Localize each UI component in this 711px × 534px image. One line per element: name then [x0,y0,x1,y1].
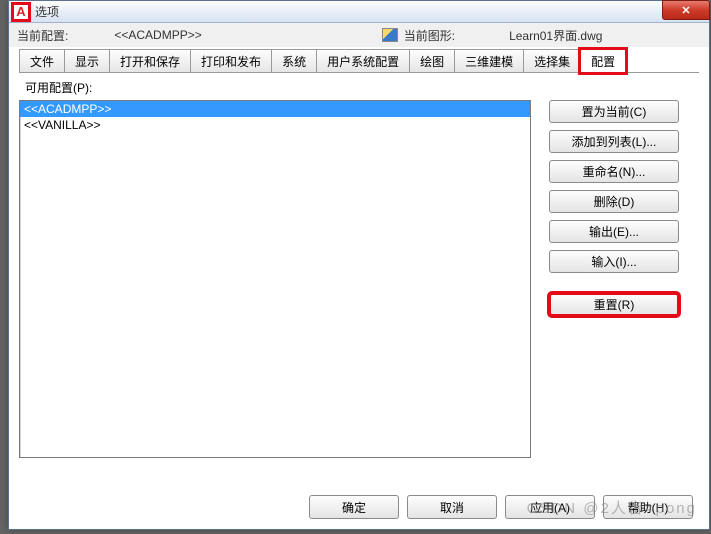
tab-file[interactable]: 文件 [19,49,65,72]
tab-user[interactable]: 用户系统配置 [316,49,410,72]
tab-body-profile: 可用配置(P): <<ACADMPP>> <<VANILLA>> 置为当前(C)… [19,79,699,489]
tab-open[interactable]: 打开和保存 [109,49,191,72]
info-row: 当前配置: <<ACADMPP>> 当前图形: Learn01界面.dwg [9,23,709,47]
current-profile-value: <<ACADMPP>> [114,28,201,42]
set-current-button[interactable]: 置为当前(C) [549,100,679,123]
reset-button[interactable]: 重置(R) [549,293,679,316]
list-item[interactable]: <<VANILLA>> [20,117,530,133]
help-button[interactable]: 帮助(H) [603,495,693,519]
delete-button[interactable]: 删除(D) [549,190,679,213]
close-icon: ✕ [681,4,690,17]
window-title: 选项 [35,3,59,20]
current-drawing-value: Learn01界面.dwg [509,27,602,44]
side-buttons: 置为当前(C) 添加到列表(L)... 重命名(N)... 删除(D) 输出(E… [549,100,679,458]
titlebar: A 选项 ✕ [9,1,709,23]
dialog-button-row: 确定 取消 应用(A) 帮助(H) [309,495,693,519]
app-icon: A [13,4,29,20]
tab-display[interactable]: 显示 [64,49,110,72]
list-item[interactable]: <<ACADMPP>> [20,101,530,117]
available-profiles-label: 可用配置(P): [25,79,699,96]
tab-system[interactable]: 系统 [271,49,317,72]
tab-draw[interactable]: 绘图 [409,49,455,72]
cancel-button[interactable]: 取消 [407,495,497,519]
current-drawing-label: 当前图形: [404,27,455,44]
add-to-list-button[interactable]: 添加到列表(L)... [549,130,679,153]
current-profile-label: 当前配置: [17,27,68,44]
tab-3d[interactable]: 三维建模 [454,49,524,72]
close-button[interactable]: ✕ [662,0,710,20]
apply-button[interactable]: 应用(A) [505,495,595,519]
import-button[interactable]: 输入(I)... [549,250,679,273]
profiles-listbox[interactable]: <<ACADMPP>> <<VANILLA>> [19,100,531,458]
export-button[interactable]: 输出(E)... [549,220,679,243]
tab-print[interactable]: 打印和发布 [190,49,272,72]
rename-button[interactable]: 重命名(N)... [549,160,679,183]
tab-profile[interactable]: 配置 [580,49,626,73]
drawing-icon [382,28,398,42]
tab-strip: 文件 显示 打开和保存 打印和发布 系统 用户系统配置 绘图 三维建模 选择集 … [19,49,699,73]
ok-button[interactable]: 确定 [309,495,399,519]
options-dialog: A 选项 ✕ 当前配置: <<ACADMPP>> 当前图形: Learn01界面… [8,0,710,530]
tab-select[interactable]: 选择集 [523,49,581,72]
